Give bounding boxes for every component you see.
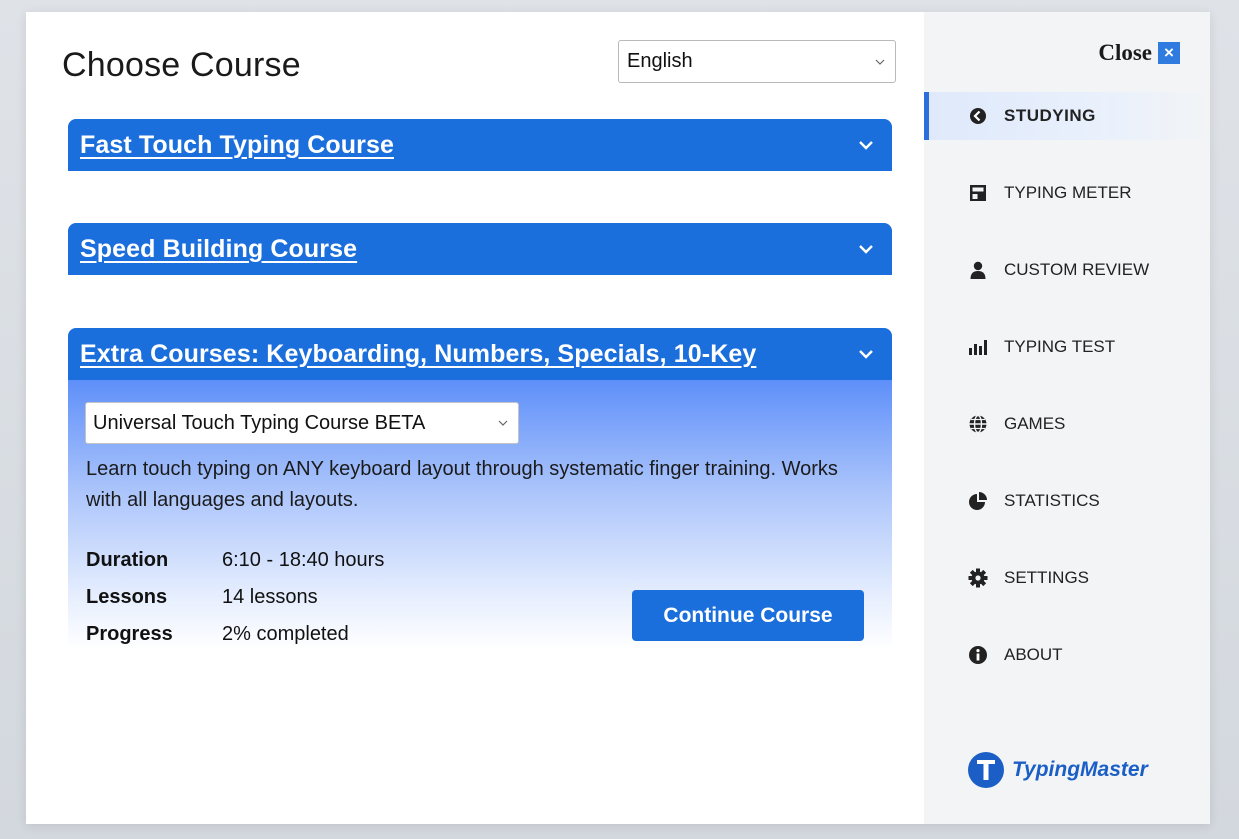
chevron-down-icon: [859, 350, 873, 359]
sidebar-nav: STUDYING TYPING METER CUSTOM REVIEW TYPI…: [924, 92, 1210, 708]
detail-value: 14 lessons: [222, 586, 318, 608]
detail-label: Duration: [86, 549, 169, 571]
close-label: Close: [1098, 40, 1152, 65]
page-title: Choose Course: [62, 46, 301, 84]
detail-label: Progress: [86, 623, 173, 645]
course-title: Fast Touch Typing Course: [80, 130, 394, 159]
sidebar-item-games[interactable]: GAMES: [924, 400, 1210, 448]
sidebar-item-label: ABOUT: [1004, 645, 1063, 664]
close-button[interactable]: Close ×: [1098, 40, 1180, 66]
course-body: Universal Touch Typing Course BETA Learn…: [68, 380, 892, 650]
course-header-fast-touch-typing[interactable]: Fast Touch Typing Course: [68, 119, 892, 171]
globe-icon: [968, 414, 988, 434]
sidebar-item-studying[interactable]: STUDYING: [924, 92, 1210, 140]
chevron-down-icon: [498, 420, 508, 426]
chevron-down-icon: [859, 141, 873, 150]
pie-chart-icon: [968, 491, 988, 511]
sidebar-item-typing-meter[interactable]: TYPING METER: [924, 169, 1210, 217]
gear-icon: [968, 568, 988, 588]
bar-chart-icon: [968, 337, 988, 357]
language-select[interactable]: English: [618, 40, 896, 83]
detail-value: 2% completed: [222, 623, 349, 645]
course-speed-building: Speed Building Course: [68, 223, 892, 275]
sidebar-item-label: TYPING METER: [1004, 183, 1132, 202]
close-icon: ×: [1158, 42, 1180, 64]
course-variant-select[interactable]: Universal Touch Typing Course BETA: [85, 402, 519, 444]
sidebar-item-label: TYPING TEST: [1004, 337, 1116, 356]
course-title: Speed Building Course: [80, 234, 358, 263]
sidebar-item-label: GAMES: [1004, 414, 1066, 433]
sidebar-item-about[interactable]: ABOUT: [924, 631, 1210, 679]
typing-meter-icon: [968, 183, 988, 203]
sidebar-item-label: STUDYING: [1004, 106, 1096, 125]
sidebar-item-statistics[interactable]: STATISTICS: [924, 477, 1210, 525]
sidebar-item-custom-review[interactable]: CUSTOM REVIEW: [924, 246, 1210, 294]
course-header-extra-courses[interactable]: Extra Courses: Keyboarding, Numbers, Spe…: [68, 328, 892, 380]
sidebar-item-label: STATISTICS: [1004, 491, 1100, 510]
detail-value: 6:10 - 18:40 hours: [222, 549, 385, 571]
brand-name: TypingMaster: [1012, 758, 1148, 781]
course-extra-courses: Extra Courses: Keyboarding, Numbers, Spe…: [68, 328, 892, 650]
typingmaster-logo-icon: [968, 752, 1004, 788]
language-select-value: English: [627, 50, 693, 72]
choose-course-dialog: Choose Course English Fast Touch Typing …: [26, 12, 1210, 824]
course-description: Learn touch typing on ANY keyboard layou…: [86, 458, 838, 511]
course-title: Extra Courses: Keyboarding, Numbers, Spe…: [80, 339, 757, 368]
arrow-left-circle-icon: [968, 106, 988, 126]
detail-label: Lessons: [86, 586, 168, 608]
detail-duration: Duration 6:10 - 18:40 hours: [86, 542, 384, 579]
course-details: Duration 6:10 - 18:40 hours Lessons 14 l…: [86, 542, 384, 653]
detail-progress: Progress 2% completed: [86, 616, 384, 653]
continue-course-button[interactable]: Continue Course: [632, 590, 864, 641]
sidebar-item-typing-test[interactable]: TYPING TEST: [924, 323, 1210, 371]
course-fast-touch-typing: Fast Touch Typing Course: [68, 119, 892, 171]
sidebar-item-settings[interactable]: SETTINGS: [924, 554, 1210, 602]
sidebar-item-label: CUSTOM REVIEW: [1004, 260, 1150, 279]
sidebar: Close × STUDYING TYPING METER CUSTOM REV…: [924, 12, 1210, 824]
chevron-down-icon: [875, 59, 885, 65]
detail-lessons: Lessons 14 lessons: [86, 579, 384, 616]
course-header-speed-building[interactable]: Speed Building Course: [68, 223, 892, 275]
chevron-down-icon: [859, 245, 873, 254]
course-variant-value: Universal Touch Typing Course BETA: [93, 411, 426, 434]
main-panel: Choose Course English Fast Touch Typing …: [26, 12, 924, 824]
sidebar-item-label: SETTINGS: [1004, 568, 1090, 587]
info-icon: [968, 645, 988, 665]
user-icon: [968, 260, 988, 280]
brand-logo: TypingMaster: [968, 752, 1148, 788]
